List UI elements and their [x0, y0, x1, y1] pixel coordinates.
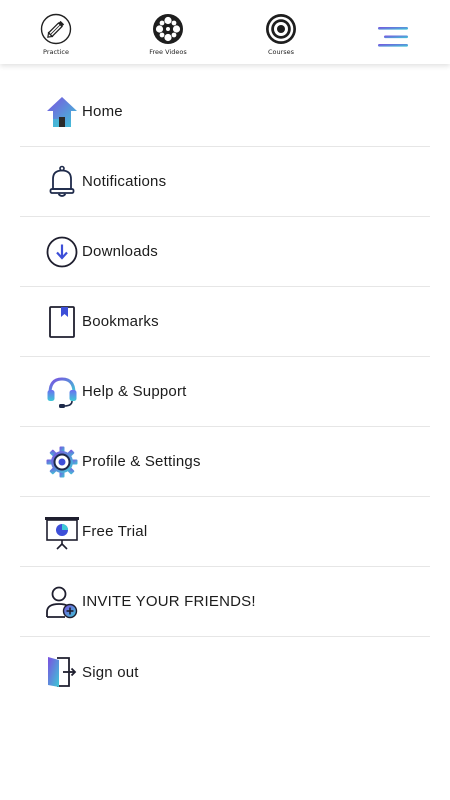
- hamburger-menu-icon: [378, 27, 408, 47]
- menu-item-downloads[interactable]: Downloads: [20, 217, 430, 287]
- menu-item-free-trial[interactable]: Free Trial: [20, 497, 430, 567]
- menu-item-help-support[interactable]: Help & Support: [20, 357, 430, 427]
- menu-item-home[interactable]: Home: [20, 77, 430, 147]
- presentation-icon: [42, 512, 82, 552]
- headset-icon: [42, 372, 82, 412]
- home-icon: [42, 92, 82, 132]
- tab-label: Courses: [267, 48, 295, 56]
- sign-out-icon: [42, 652, 82, 692]
- menu-item-invite-friends[interactable]: INVITE YOUR FRIENDS!: [20, 567, 430, 637]
- menu-item-label: Home: [82, 103, 123, 120]
- download-icon: [42, 232, 82, 272]
- menu-item-label: Notifications: [82, 173, 167, 190]
- menu-item-label: Sign out: [82, 663, 139, 681]
- hamburger-menu-button[interactable]: [376, 24, 410, 50]
- bookmark-icon: [42, 302, 82, 342]
- film-reel-icon: [153, 14, 183, 44]
- menu-item-label: Downloads: [82, 243, 159, 260]
- tab-practice[interactable]: Practice: [26, 13, 86, 59]
- menu-item-profile-settings[interactable]: Profile & Settings: [20, 427, 430, 497]
- side-menu: Home Notifications Downloads Bookmarks H…: [0, 77, 450, 707]
- add-user-icon: [42, 582, 82, 622]
- tab-free-videos[interactable]: Free Videos: [138, 13, 198, 59]
- tab-courses[interactable]: Courses: [251, 13, 311, 59]
- menu-item-notifications[interactable]: Notifications: [20, 147, 430, 217]
- menu-item-label: INVITE YOUR FRIENDS!: [82, 593, 256, 610]
- bell-icon: [42, 162, 82, 202]
- top-nav-bar: Practice Free Videos Courses: [0, 0, 450, 64]
- menu-item-label: Free Trial: [82, 523, 148, 540]
- gear-icon: [42, 442, 82, 482]
- tab-label: Free Videos: [149, 48, 187, 56]
- tab-label: Practice: [43, 48, 69, 56]
- pencil-icon: [40, 13, 72, 45]
- menu-item-label: Profile & Settings: [82, 453, 201, 470]
- menu-item-label: Help & Support: [82, 383, 187, 400]
- menu-item-bookmarks[interactable]: Bookmarks: [20, 287, 430, 357]
- menu-item-label: Bookmarks: [82, 313, 159, 330]
- target-icon: [266, 14, 296, 44]
- menu-item-sign-out[interactable]: Sign out: [20, 637, 430, 707]
